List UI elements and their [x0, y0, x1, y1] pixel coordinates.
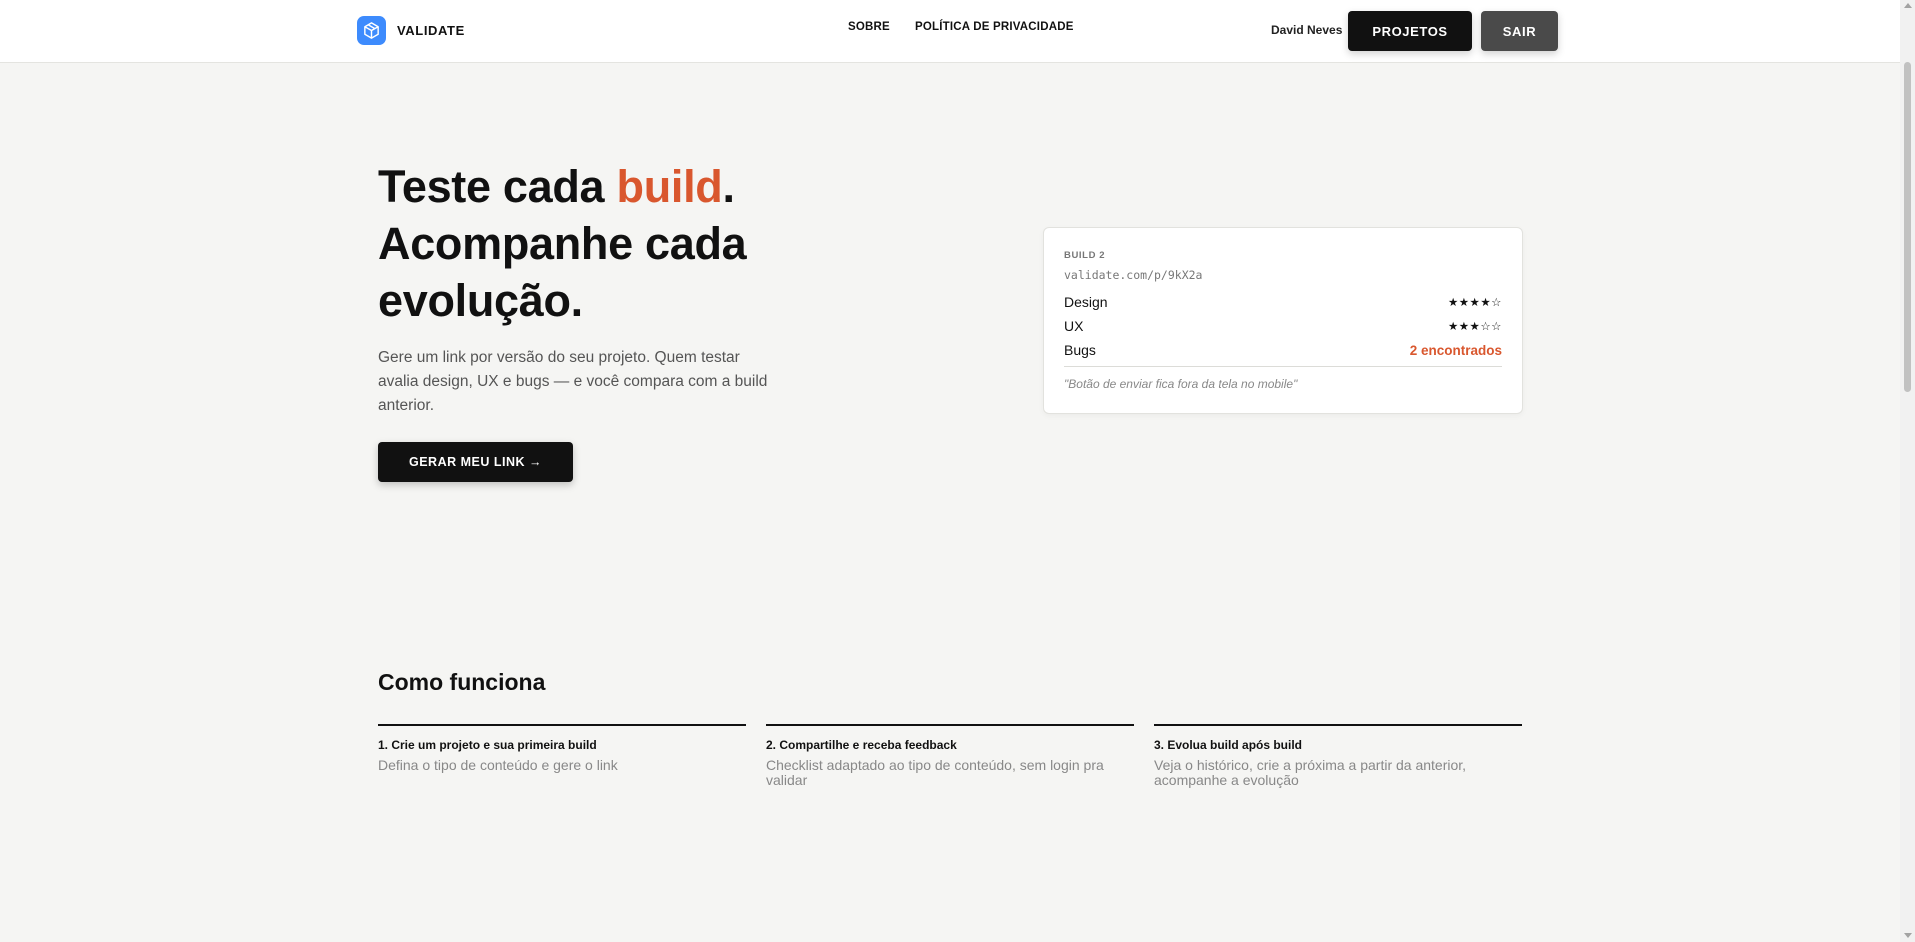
hero-title: Teste cada build. Acompanhe cada evoluçã…: [378, 158, 898, 329]
scroll-down-arrow-icon[interactable]: [1904, 933, 1912, 938]
bugs-count: 2 encontrados: [1409, 342, 1502, 358]
nav-link-privacy-policy[interactable]: POLÍTICA DE PRIVACIDADE: [915, 21, 1074, 33]
hero-title-accent: build: [616, 161, 723, 212]
card-divider: [1064, 366, 1502, 367]
top-navigation-bar: VALIDATE SOBRE POLÍTICA DE PRIVACIDADE D…: [0, 0, 1900, 63]
step-title: 3. Evolua build após build: [1154, 738, 1303, 752]
nav-item-privacy-policy[interactable]: POLÍTICA DE PRIVACIDADE: [915, 21, 1074, 33]
scrollbar-thumb[interactable]: [1904, 62, 1911, 392]
step-2: 2. Compartilhe e receba feedback Checkli…: [766, 724, 1134, 788]
step-title: 1. Crie um projeto e sua primeira build: [378, 738, 597, 752]
feedback-quote: "Botão de enviar fica fora da tela no mo…: [1064, 377, 1298, 391]
step-title: 2. Compartilhe e receba feedback: [766, 738, 957, 752]
build-preview-card: BUILD 2 validate.com/p/9kX2a Design ★★★★…: [1043, 227, 1523, 414]
scroll-up-arrow-icon[interactable]: [1904, 3, 1912, 8]
step-3: 3. Evolua build após build Veja o histór…: [1154, 724, 1522, 788]
nav-item-sobre[interactable]: SOBRE: [848, 21, 890, 33]
hero-title-line3: evolução.: [378, 275, 583, 326]
rating-row-bugs: Bugs 2 encontrados: [1064, 342, 1502, 358]
rating-label: UX: [1064, 318, 1084, 334]
hero-title-part1: Teste cada: [378, 161, 617, 212]
build-url: validate.com/p/9kX2a: [1064, 268, 1203, 282]
hero-title-line2: Acompanhe cada: [378, 218, 747, 269]
star-rating: ★★★☆☆: [1447, 319, 1502, 333]
hero-subtitle: Gere um link por versão do seu projeto. …: [378, 349, 768, 414]
build-label: BUILD 2: [1064, 250, 1106, 261]
nav-link-sobre[interactable]: SOBRE: [848, 21, 890, 33]
step-description: Defina o tipo de conteúdo e gere o link: [378, 757, 618, 773]
brand-logo-link[interactable]: VALIDATE: [357, 16, 465, 45]
rating-row-ux: UX ★★★☆☆: [1064, 318, 1502, 334]
vertical-scrollbar[interactable]: [1900, 0, 1915, 942]
generate-link-button[interactable]: GERAR MEU LINK →: [378, 442, 573, 482]
user-name: David Neves: [1271, 23, 1343, 37]
rating-label: Bugs: [1064, 342, 1096, 358]
star-rating: ★★★★☆: [1447, 295, 1502, 309]
rating-row-design: Design ★★★★☆: [1064, 294, 1502, 310]
cube-logo-icon: [357, 16, 386, 45]
projects-button[interactable]: PROJETOS: [1348, 11, 1472, 51]
step-description: Checklist adaptado ao tipo de conteúdo, …: [766, 757, 1104, 788]
logout-button[interactable]: SAIR: [1481, 11, 1558, 51]
brand-name: VALIDATE: [397, 23, 465, 38]
hero-title-period: .: [722, 161, 735, 212]
rating-label: Design: [1064, 294, 1108, 310]
step-1: 1. Crie um projeto e sua primeira build …: [378, 724, 746, 773]
section-title-how-it-works: Como funciona: [378, 669, 546, 695]
step-description: Veja o histórico, crie a próxima a parti…: [1154, 757, 1467, 788]
